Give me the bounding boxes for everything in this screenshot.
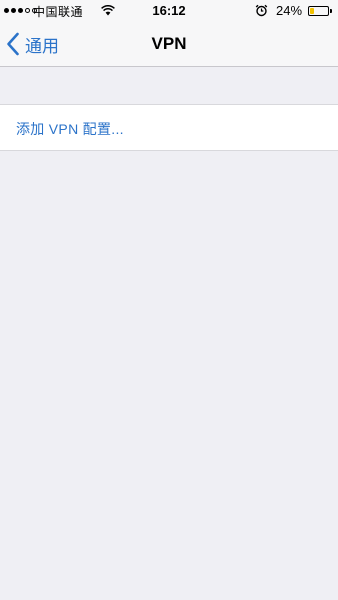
navigation-bar: 通用 VPN bbox=[0, 22, 338, 67]
page-title: VPN bbox=[151, 34, 187, 53]
add-vpn-config-button[interactable]: 添加 VPN 配置... bbox=[16, 119, 124, 139]
battery-tip bbox=[330, 9, 332, 13]
battery-level-fill bbox=[310, 8, 314, 14]
alarm-icon bbox=[255, 4, 268, 20]
battery-percentage: 24% bbox=[276, 3, 303, 18]
battery-icon bbox=[308, 6, 329, 16]
vpn-settings-group: 添加 VPN 配置... bbox=[0, 104, 338, 151]
status-bar: 中国联通 16:12 24% bbox=[0, 0, 338, 22]
